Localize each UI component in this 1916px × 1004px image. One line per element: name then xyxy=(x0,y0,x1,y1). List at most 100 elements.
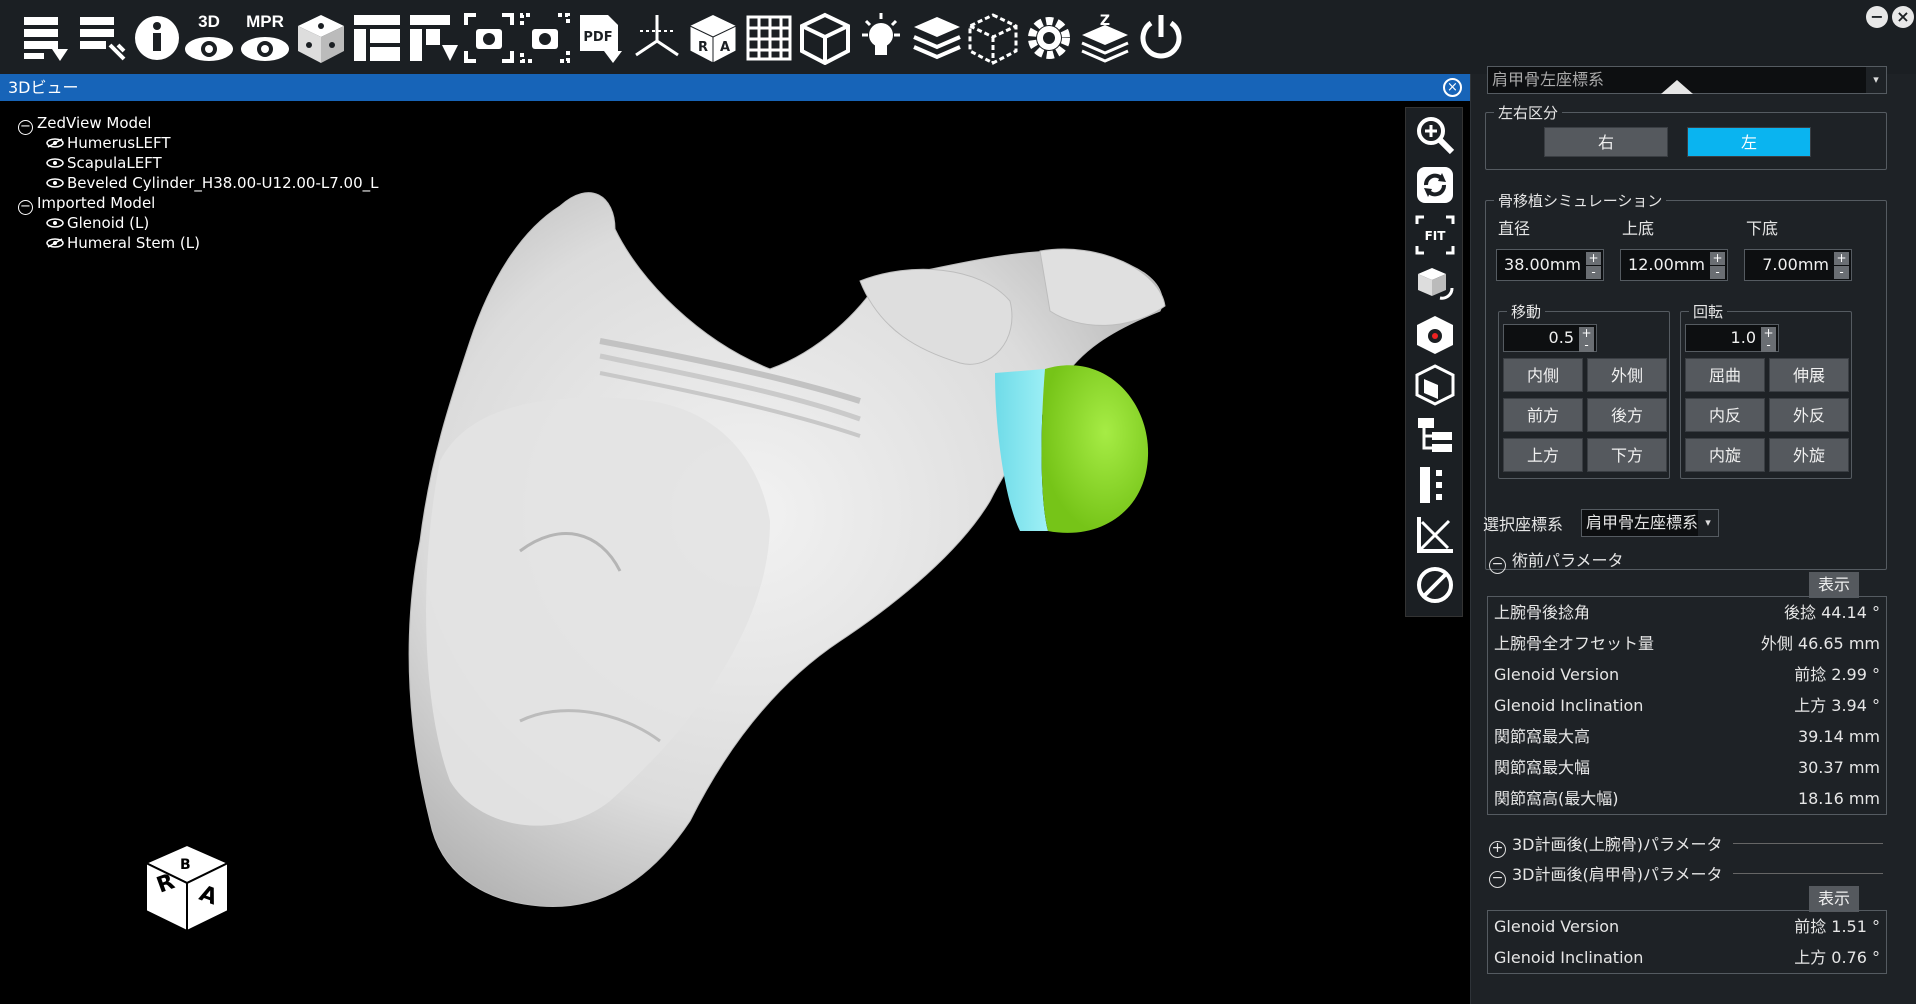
move-step-decrement-button[interactable]: - xyxy=(1579,339,1594,352)
slider-thumb-icon[interactable] xyxy=(1659,78,1695,96)
move-medial-button[interactable]: 内側 xyxy=(1503,358,1583,392)
eye-icon[interactable] xyxy=(46,158,64,168)
cube-center-button[interactable] xyxy=(1414,314,1456,356)
side-group-title: 左右区分 xyxy=(1494,102,1563,123)
angle-measure-button[interactable] xyxy=(1414,514,1456,556)
wireframe-cube-button[interactable] xyxy=(796,10,854,66)
layout-export-button[interactable] xyxy=(404,10,462,66)
import-data-button[interactable] xyxy=(16,10,74,66)
cube-rotate-button[interactable] xyxy=(1414,264,1456,306)
dashed-cube-button[interactable] xyxy=(964,10,1022,66)
cancel-button[interactable] xyxy=(1414,564,1456,606)
tree-item-cylinder[interactable]: Beveled Cylinder_H38.00-U12.00-L7.00_L xyxy=(18,173,379,193)
axes-button[interactable] xyxy=(628,10,686,66)
rotate-internal-button[interactable]: 内旋 xyxy=(1685,438,1765,472)
orientation-cube-icon: RA xyxy=(689,15,737,64)
move-superior-button[interactable]: 上方 xyxy=(1503,438,1583,472)
lightbulb-button[interactable] xyxy=(852,10,910,66)
zoom-in-button[interactable] xyxy=(1414,114,1456,156)
side-group: 左右区分 右 左 xyxy=(1485,102,1887,170)
fit-view-button[interactable]: FIT xyxy=(1414,214,1456,256)
layers-stack-icon xyxy=(913,17,961,60)
3d-view-button[interactable]: 3D xyxy=(180,10,238,66)
minimize-button[interactable]: − xyxy=(1866,6,1888,28)
side-right-button[interactable]: 右 xyxy=(1544,127,1668,157)
rotate-extension-button[interactable]: 伸展 xyxy=(1769,358,1849,392)
screenshot-icon xyxy=(464,13,514,63)
post-scapula-show-button[interactable]: 表示 xyxy=(1809,886,1859,912)
collapse-icon[interactable]: − xyxy=(1489,871,1506,888)
tree-node-zedview[interactable]: − ZedView Model xyxy=(18,113,379,135)
side-left-button[interactable]: 左 xyxy=(1687,127,1811,157)
tree-item-scapula[interactable]: ScapulaLEFT xyxy=(18,153,379,173)
multi-screenshot-button[interactable] xyxy=(516,10,574,66)
rotate-flexion-button[interactable]: 屈曲 xyxy=(1685,358,1765,392)
svg-text:FIT: FIT xyxy=(1425,229,1447,243)
tree-item-glenoid[interactable]: Glenoid (L) xyxy=(18,213,379,233)
zoom-in-icon xyxy=(1417,117,1455,155)
cube-section-button[interactable] xyxy=(1414,364,1456,406)
rotate-varus-button[interactable]: 内反 xyxy=(1685,398,1765,432)
dice-cube-button[interactable] xyxy=(292,10,350,66)
layers-stack-button[interactable] xyxy=(908,10,966,66)
window-close-button[interactable]: × xyxy=(1892,6,1914,28)
rotate-valgus-button[interactable]: 外反 xyxy=(1769,398,1849,432)
cube-rotate-icon xyxy=(1418,268,1454,300)
diameter-increment-button[interactable]: + xyxy=(1586,252,1601,265)
screenshot-button[interactable] xyxy=(460,10,518,66)
move-anterior-button[interactable]: 前方 xyxy=(1503,398,1583,432)
param-name: 上腕骨後捻角 xyxy=(1494,603,1591,622)
mpr-view-button[interactable]: MPR xyxy=(236,10,294,66)
info-button[interactable] xyxy=(128,10,186,66)
collapse-icon[interactable]: − xyxy=(1489,557,1506,574)
rotate-step-input[interactable]: 1.0 + - xyxy=(1685,324,1779,352)
orientation-cube-button[interactable]: RA xyxy=(684,10,742,66)
chevron-down-icon: ▾ xyxy=(1698,510,1718,536)
measure-button[interactable] xyxy=(1414,464,1456,506)
diameter-input[interactable]: 38.00mm + - xyxy=(1496,249,1604,281)
preop-section-header[interactable]: − 術前パラメータ xyxy=(1489,547,1624,574)
lower-decrement-button[interactable]: - xyxy=(1834,266,1849,279)
hierarchy-icon xyxy=(1418,418,1452,452)
eye-icon[interactable] xyxy=(46,218,64,228)
coord-system-dropdown[interactable]: 肩甲骨左座標系 ▾ xyxy=(1581,509,1719,537)
diameter-decrement-button[interactable]: - xyxy=(1586,266,1601,279)
layout-button[interactable] xyxy=(348,10,406,66)
pdf-export-button[interactable]: PDF xyxy=(572,10,630,66)
expand-icon[interactable]: + xyxy=(1489,841,1506,858)
orientation-cube[interactable]: R A B xyxy=(140,841,235,936)
move-inferior-button[interactable]: 下方 xyxy=(1587,438,1667,472)
lower-increment-button[interactable]: + xyxy=(1834,252,1849,265)
diameter-value: 38.00mm xyxy=(1504,255,1581,274)
3d-viewport[interactable]: − ZedView Model HumerusLEFT ScapulaLEFT B… xyxy=(0,101,1470,1004)
rotate-reset-button[interactable] xyxy=(1414,164,1456,206)
hierarchy-button[interactable] xyxy=(1414,414,1456,456)
upper-input[interactable]: 12.00mm + - xyxy=(1620,249,1728,281)
post-scapula-section-header[interactable]: −3D計画後(肩甲骨)パラメータ xyxy=(1489,861,1723,888)
move-step-input[interactable]: 0.5 + - xyxy=(1503,324,1597,352)
preop-show-button[interactable]: 表示 xyxy=(1809,572,1859,598)
coord-system-label: 選択座標系 xyxy=(1483,515,1564,534)
upper-decrement-button[interactable]: - xyxy=(1710,266,1725,279)
tree-item-humerus[interactable]: HumerusLEFT xyxy=(18,133,379,153)
chevron-down-icon: ▾ xyxy=(1866,67,1886,93)
settings-gear-button[interactable] xyxy=(1020,10,1078,66)
upper-increment-button[interactable]: + xyxy=(1710,252,1725,265)
export-data-button[interactable] xyxy=(72,10,130,66)
power-button[interactable] xyxy=(1132,10,1190,66)
eye-icon[interactable] xyxy=(46,178,64,188)
tree-node-imported[interactable]: − Imported Model xyxy=(18,193,379,215)
grid-button[interactable] xyxy=(740,10,798,66)
view-close-button[interactable]: × xyxy=(1443,78,1462,97)
rotate-external-button[interactable]: 外旋 xyxy=(1769,438,1849,472)
zedview-layers-button[interactable]: Z xyxy=(1076,10,1134,66)
rotate-step-decrement-button[interactable]: - xyxy=(1761,339,1776,352)
tree-item-humeral-stem[interactable]: Humeral Stem (L) xyxy=(18,233,379,253)
eye-hidden-icon[interactable] xyxy=(46,138,64,148)
move-posterior-button[interactable]: 後方 xyxy=(1587,398,1667,432)
eye-hidden-icon[interactable] xyxy=(46,238,64,248)
post-humerus-section-header[interactable]: +3D計画後(上腕骨)パラメータ xyxy=(1489,831,1723,858)
main-toolbar: − × 3D MPR PDF R A Z xyxy=(0,0,1916,74)
move-lateral-button[interactable]: 外側 xyxy=(1587,358,1667,392)
lower-input[interactable]: 7.00mm + - xyxy=(1744,249,1852,281)
